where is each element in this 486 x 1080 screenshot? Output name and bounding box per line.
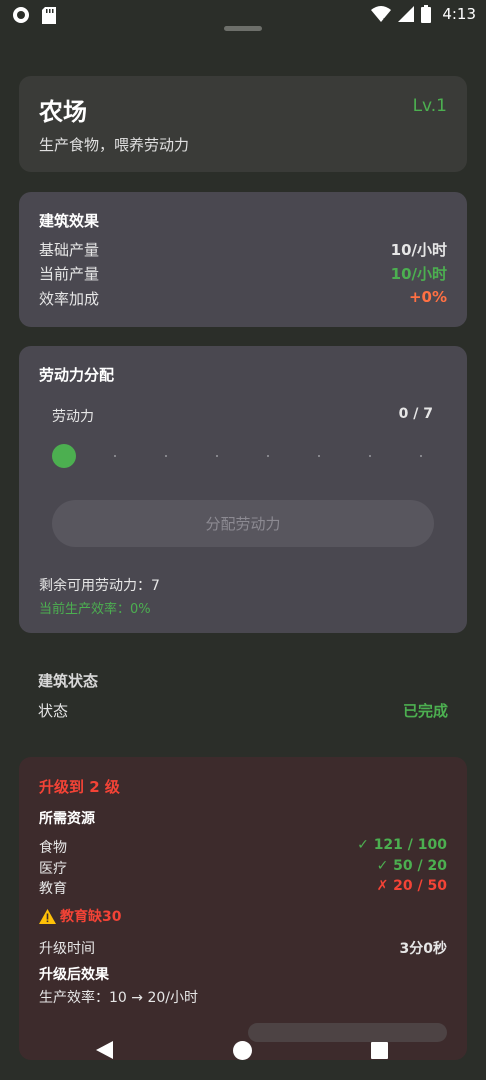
effect-value: 10/小时 (390, 241, 447, 259)
assign-labor-button[interactable]: 分配劳动力 (52, 500, 434, 547)
upgrade-time-label: 升级时间 (39, 941, 95, 957)
svg-text:x: x (383, 16, 387, 22)
labor-title: 劳动力分配 (39, 366, 115, 384)
slider-tick (318, 455, 320, 457)
labor-count: 0 / 7 (398, 406, 433, 422)
wifi-icon: x (371, 6, 392, 22)
sheet-drag-handle[interactable] (224, 26, 262, 31)
resource-name: 教育 (39, 881, 67, 897)
slider-tick (420, 455, 422, 457)
slider-tick (165, 455, 167, 457)
labor-slider[interactable] (52, 444, 433, 468)
effect-label: 基础产量 (39, 241, 100, 259)
resource-row-food: 食物 ✓ 121 / 100 (39, 837, 447, 857)
resource-amount: ✗ 20 / 50 (376, 878, 447, 894)
building-status-title: 建筑状态 (38, 672, 99, 690)
slider-tick (114, 455, 116, 457)
upgrade-time-value: 3分0秒 (399, 941, 447, 957)
resource-name: 食物 (39, 840, 67, 856)
slider-tick (267, 455, 269, 457)
upgrade-time-row: 升级时间 3分0秒 (39, 938, 447, 958)
remaining-labor: 剩余可用劳动力：7 (39, 578, 160, 594)
upgrade-card: 升级到 2 级 所需资源 食物 ✓ 121 / 100 医疗 ✓ 50 / 20… (19, 757, 467, 1060)
signal-icon (398, 6, 415, 22)
slider-tick (216, 455, 218, 457)
effects-title: 建筑效果 (39, 212, 100, 230)
cross-icon: ✗ (376, 878, 389, 894)
effect-row-bonus: 效率加成 +0% (39, 288, 447, 309)
check-icon: ✓ (357, 837, 369, 853)
resource-amount: ✓ 121 / 100 (357, 837, 447, 853)
resource-amount: ✓ 50 / 20 (376, 858, 447, 874)
after-upgrade-title: 升级后效果 (39, 967, 109, 983)
labor-label: 劳动力 (52, 409, 94, 425)
effect-row-base: 基础产量 10/小时 (39, 239, 447, 260)
slider-tick (369, 455, 371, 457)
recents-icon[interactable] (371, 1042, 388, 1059)
building-status-row: 状态 已完成 (38, 700, 448, 721)
after-upgrade-effect: 生产效率：10 → 20/小时 (39, 990, 198, 1006)
navigation-bar (0, 1030, 486, 1074)
sd-card-icon (42, 6, 56, 24)
resource-name: 医疗 (39, 861, 67, 877)
resource-warning: 教育缺30 (39, 906, 121, 926)
clock: 4:13 (442, 5, 476, 23)
status-label: 状态 (38, 702, 69, 720)
back-icon[interactable] (96, 1041, 113, 1059)
building-effects-card: 建筑效果 基础产量 10/小时 当前产量 10/小时 效率加成 +0% (19, 192, 467, 327)
building-header-card: 农场 Lv.1 生产食物，喂养劳动力 (19, 76, 467, 172)
battery-icon (421, 5, 432, 23)
resource-row-medical: 医疗 ✓ 50 / 20 (39, 858, 447, 878)
upgrade-title: 升级到 2 级 (39, 778, 120, 796)
warning-icon (39, 908, 56, 924)
record-icon (13, 7, 29, 23)
effect-value: +0% (408, 288, 447, 306)
resource-row-education: 教育 ✗ 20 / 50 (39, 878, 447, 898)
check-icon: ✓ (376, 858, 389, 874)
home-icon[interactable] (233, 1041, 252, 1060)
current-efficiency: 当前生产效率：0% (39, 602, 151, 617)
status-value: 已完成 (402, 702, 448, 720)
effect-row-current: 当前产量 10/小时 (39, 263, 447, 284)
labor-allocation-card: 劳动力分配 劳动力 0 / 7 分配劳动力 剩余可用劳动力：7 当前生产效率：0… (19, 346, 467, 633)
slider-thumb[interactable] (52, 444, 76, 468)
warning-text: 教育缺30 (60, 909, 122, 925)
effect-value: 10/小时 (390, 265, 447, 283)
building-description: 生产食物，喂养劳动力 (39, 136, 190, 154)
effect-label: 效率加成 (39, 290, 100, 308)
building-title: 农场 (39, 98, 87, 126)
effect-label: 当前产量 (39, 265, 100, 283)
required-resources-title: 所需资源 (39, 811, 95, 827)
level-badge: Lv.1 (412, 96, 447, 116)
